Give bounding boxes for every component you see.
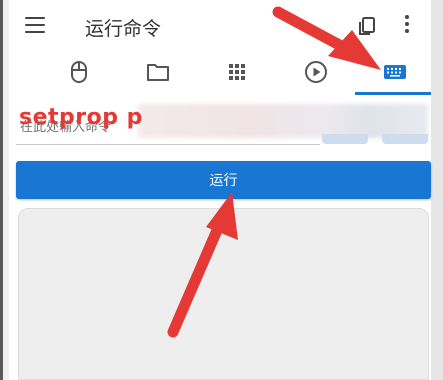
tab-mouse[interactable] — [65, 58, 93, 86]
mouse-icon — [71, 61, 87, 83]
output-panel — [18, 208, 429, 380]
input-action-button-1[interactable] — [322, 134, 368, 144]
copy-icon[interactable] — [356, 15, 378, 37]
input-action-button-2[interactable] — [382, 134, 428, 144]
grid-icon — [229, 64, 245, 80]
run-button[interactable]: 运行 — [16, 161, 431, 199]
command-overlay-text: setprop p — [19, 105, 143, 130]
more-options-icon[interactable] — [403, 15, 411, 37]
folder-icon — [147, 64, 169, 81]
menu-icon[interactable] — [25, 17, 45, 33]
page-title: 运行命令 — [85, 18, 162, 40]
right-edge — [431, 0, 443, 380]
tab-bar — [9, 52, 431, 98]
play-icon — [305, 61, 327, 83]
tab-indicator — [355, 92, 431, 95]
tab-apps[interactable] — [223, 58, 251, 86]
tab-play[interactable] — [302, 58, 330, 86]
command-input-row: setprop p — [16, 104, 431, 150]
tab-folder[interactable] — [144, 58, 172, 86]
top-app-bar: 运行命令 — [9, 0, 431, 52]
keyboard-icon — [384, 65, 406, 79]
app-window: 运行命令 在此处输入命令 setprop p 运行 — [9, 0, 431, 380]
redacted-area — [138, 104, 428, 138]
tab-keyboard[interactable] — [381, 58, 409, 86]
